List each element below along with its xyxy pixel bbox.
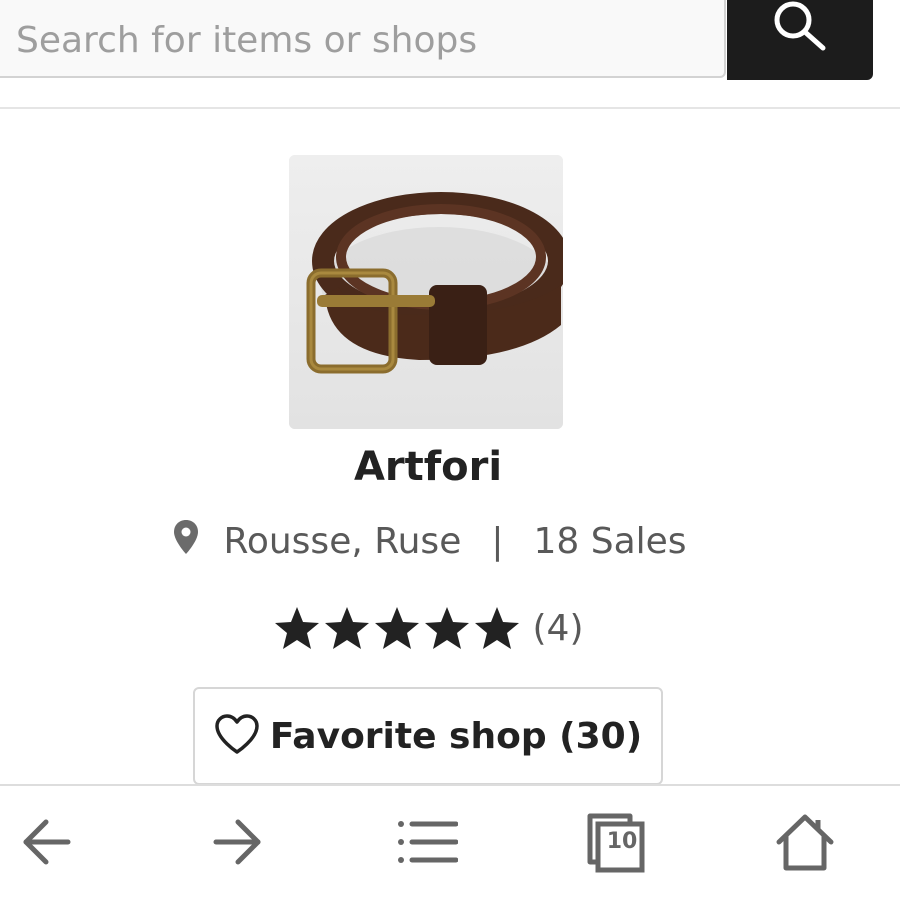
star-icon <box>274 607 319 649</box>
browser-bottom-bar: 10 <box>0 784 900 900</box>
header-divider <box>0 107 900 109</box>
favorite-shop-button[interactable]: Favorite shop (30) <box>193 687 663 785</box>
search-field[interactable] <box>14 2 708 78</box>
shop-rating[interactable]: (4) <box>0 600 856 656</box>
star-icon <box>424 607 469 649</box>
arrow-right-icon <box>213 819 261 865</box>
shop-sales: 18 Sales <box>533 520 687 562</box>
arrow-left-icon <box>23 819 71 865</box>
back-button[interactable] <box>22 812 72 876</box>
list-icon <box>398 821 459 863</box>
search-icon <box>774 1 826 51</box>
heart-icon <box>214 713 260 759</box>
shop-avatar-image[interactable] <box>289 155 563 429</box>
star-icon <box>324 607 369 649</box>
shop-location: Rousse, Ruse <box>223 520 462 562</box>
star-icon <box>474 607 519 649</box>
belt-image <box>289 155 563 429</box>
shop-name: Artfori <box>353 444 503 490</box>
location-pin-icon <box>173 519 199 564</box>
home-icon <box>776 814 834 871</box>
menu-button[interactable] <box>396 812 459 876</box>
search-button[interactable] <box>727 0 873 80</box>
tabs-button[interactable]: 10 <box>586 812 646 874</box>
rating-count: (4) <box>532 607 584 649</box>
star-icon <box>374 607 419 649</box>
rating-stars <box>273 605 521 651</box>
forward-button[interactable] <box>212 812 262 876</box>
search-input[interactable] <box>0 0 726 78</box>
meta-separator: | <box>491 520 504 562</box>
shop-meta: Rousse, Ruse | 18 Sales <box>0 516 860 566</box>
home-button[interactable] <box>776 812 834 876</box>
tab-count: 10 <box>606 829 638 854</box>
favorite-shop-label: Favorite shop (30) <box>269 715 643 757</box>
